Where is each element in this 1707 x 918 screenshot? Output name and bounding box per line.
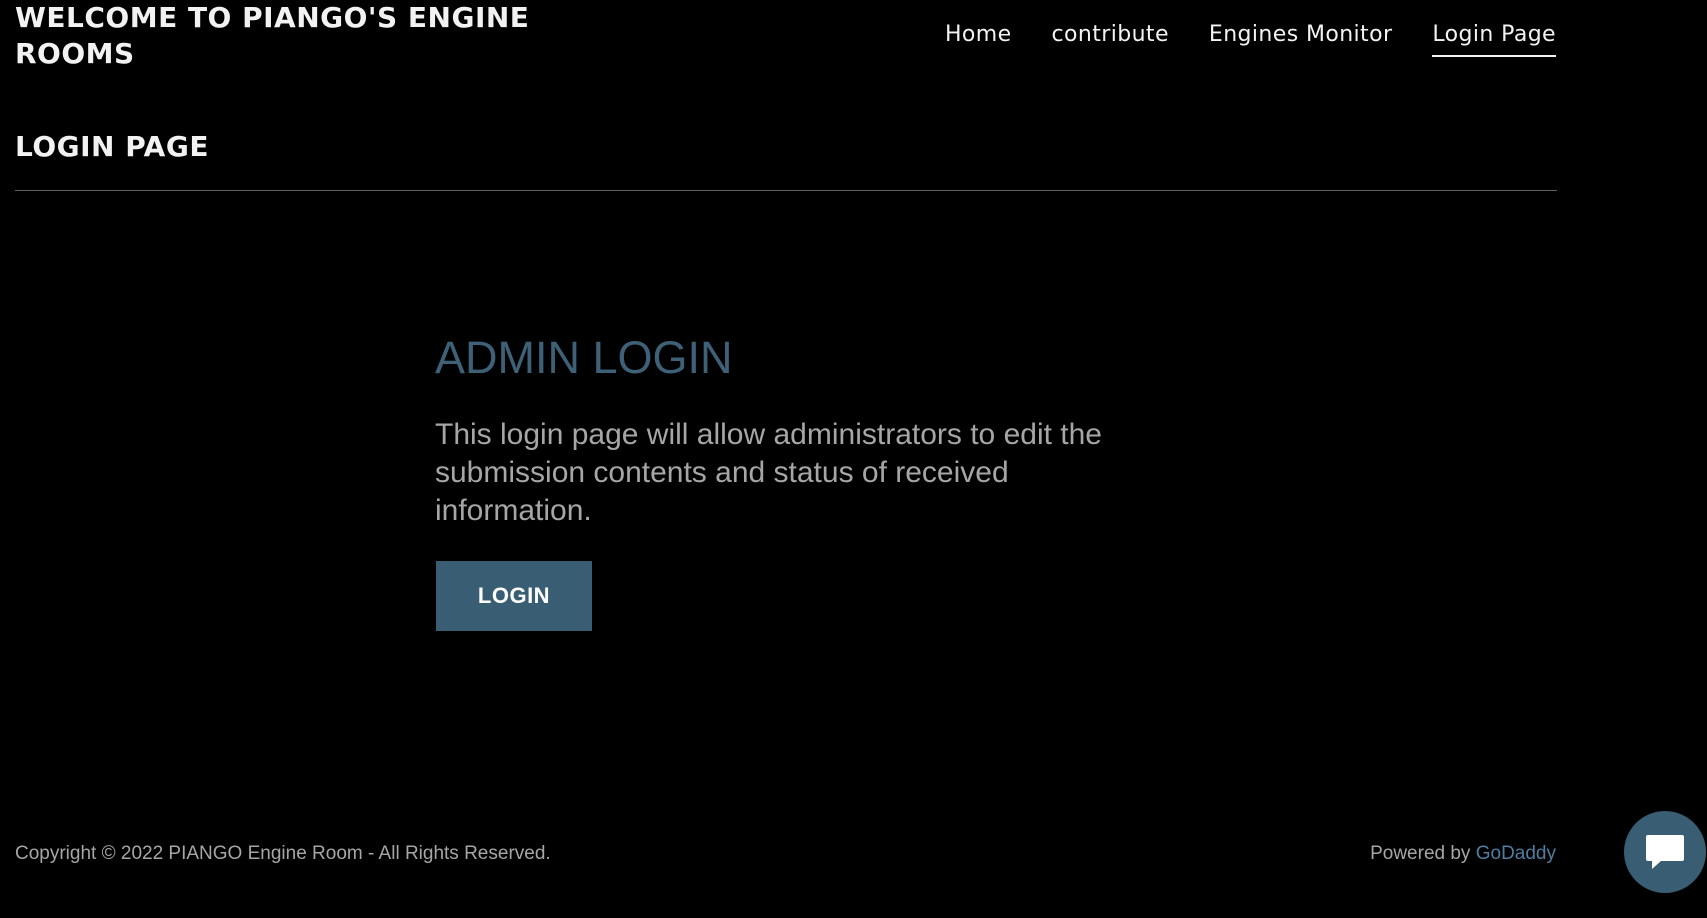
site-title: WELCOME TO PIANGO'S ENGINE ROOMS [15, 1, 530, 70]
powered-by: Powered by GoDaddy [1370, 843, 1556, 865]
nav-link-home[interactable]: Home [945, 22, 1012, 55]
admin-login-heading: ADMIN LOGIN [435, 332, 733, 383]
admin-login-description: This login page will allow administrator… [435, 418, 1102, 527]
godaddy-link[interactable]: GoDaddy [1476, 843, 1556, 864]
copyright-text: Copyright © 2022 PIANGO Engine Room - Al… [15, 843, 551, 864]
powered-by-label: Powered by [1370, 843, 1471, 864]
nav-link-contribute[interactable]: contribute [1052, 22, 1169, 55]
nav-link-login-page[interactable]: Login Page [1432, 22, 1556, 57]
nav-link-engines-monitor[interactable]: Engines Monitor [1209, 22, 1392, 55]
main-nav: Home contribute Engines Monitor Login Pa… [945, 22, 1556, 57]
chat-button[interactable] [1624, 811, 1706, 893]
login-button[interactable]: LOGIN [436, 561, 592, 631]
title-divider [15, 190, 1557, 191]
page-title: LOGIN PAGE [15, 130, 209, 163]
chat-bubble-icon [1646, 835, 1684, 869]
